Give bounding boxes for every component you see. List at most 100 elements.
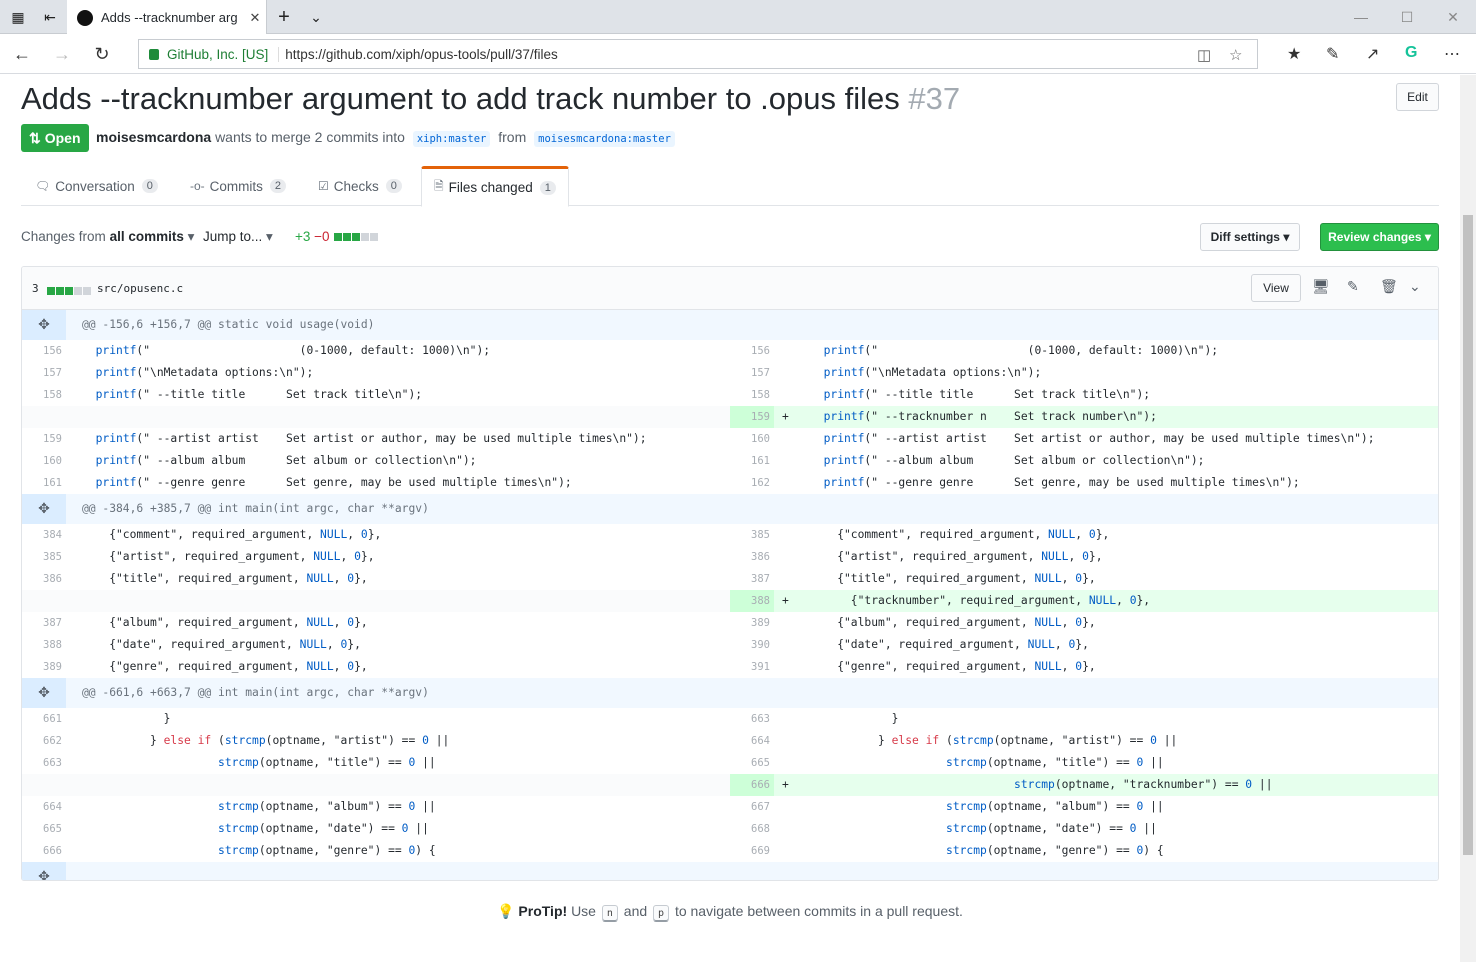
review-changes-button[interactable]: Review changes ▾ xyxy=(1320,223,1439,251)
line-number-new[interactable]: 666 xyxy=(730,774,770,796)
head-branch[interactable]: moisesmcardona:master xyxy=(534,131,675,147)
refresh-icon[interactable]: ↻ xyxy=(82,34,122,74)
diff-row: 387 {"album", required_argument, NULL, 0… xyxy=(22,612,1438,634)
line-number-new[interactable]: 161 xyxy=(730,450,770,472)
share-icon[interactable]: ↗ xyxy=(1366,44,1379,64)
changes-from-dropdown[interactable]: Changes from all commits ▾ xyxy=(21,229,194,245)
line-number-new[interactable]: 390 xyxy=(730,634,770,656)
diff-row: 159 printf(" --artist artist Set artist … xyxy=(22,428,1438,450)
new-tab-icon[interactable]: + xyxy=(268,0,300,34)
line-number-new[interactable]: 159 xyxy=(730,406,770,428)
line-number-new[interactable]: 664 xyxy=(730,730,770,752)
line-number-old[interactable]: 159 xyxy=(22,428,62,450)
tab-list-chevron-icon[interactable]: ⌄ xyxy=(300,0,332,34)
diff-settings-button[interactable]: Diff settings ▾ xyxy=(1200,223,1300,251)
maximize-icon[interactable]: ☐ xyxy=(1384,0,1430,34)
code-line-old: {"artist", required_argument, NULL, 0}, xyxy=(82,550,375,563)
line-number-new[interactable]: 160 xyxy=(730,428,770,450)
view-file-button[interactable]: View xyxy=(1251,274,1301,302)
code-line-old: } else if (strcmp(optname, "artist") == … xyxy=(82,734,450,747)
line-number-new[interactable]: 665 xyxy=(730,752,770,774)
line-number-old[interactable]: 158 xyxy=(22,384,62,406)
line-number-old[interactable]: 662 xyxy=(22,730,62,752)
line-number-new[interactable]: 667 xyxy=(730,796,770,818)
line-number-old[interactable]: 160 xyxy=(22,450,62,472)
diff-row: 662 } else if (strcmp(optname, "artist")… xyxy=(22,730,1438,752)
delete-file-icon[interactable]: 🗑 xyxy=(1380,278,1398,295)
line-number-old[interactable]: 161 xyxy=(22,472,62,494)
line-number-new[interactable]: 387 xyxy=(730,568,770,590)
line-number-old[interactable]: 384 xyxy=(22,524,62,546)
code-line-new: {"album", required_argument, NULL, 0}, xyxy=(810,616,1096,629)
checklist-icon: ☑ xyxy=(318,179,329,193)
tab-files-changed[interactable]: 🗎 Files changed 1 xyxy=(421,166,569,207)
line-number-old[interactable]: 385 xyxy=(22,546,62,568)
line-number-old[interactable]: 156 xyxy=(22,340,62,362)
more-menu-icon[interactable]: ⋯ xyxy=(1444,44,1460,64)
line-number-new[interactable]: 391 xyxy=(730,656,770,678)
line-number-new[interactable]: 157 xyxy=(730,362,770,384)
favorite-star-icon[interactable]: ☆ xyxy=(1229,46,1242,64)
line-number-old[interactable]: 389 xyxy=(22,656,62,678)
pen-notes-icon[interactable]: ✎ xyxy=(1326,44,1339,64)
line-number-old[interactable]: 388 xyxy=(22,634,62,656)
address-bar[interactable]: GitHub, Inc. [US] https://github.com/xip… xyxy=(138,39,1258,69)
tab-actions-icon[interactable]: ▦ xyxy=(2,0,34,34)
line-number-old[interactable]: 665 xyxy=(22,818,62,840)
forward-icon[interactable]: → xyxy=(42,34,82,74)
diff-row: 666 strcmp(optname, "genre") == 0) {669 … xyxy=(22,840,1438,862)
window-close-icon[interactable]: ✕ xyxy=(1430,0,1476,34)
minimize-icon[interactable]: — xyxy=(1338,0,1384,34)
browser-tab[interactable]: Adds --tracknumber arg ✕ xyxy=(67,0,267,35)
lightbulb-icon: 💡 xyxy=(497,903,515,919)
line-number-old[interactable]: 663 xyxy=(22,752,62,774)
line-number-old[interactable]: 387 xyxy=(22,612,62,634)
set-aside-tabs-icon[interactable]: ⇤ xyxy=(34,0,66,34)
back-icon[interactable]: ← xyxy=(2,34,42,74)
tab-conversation[interactable]: 🗨 Conversation 0 xyxy=(35,166,158,206)
line-number-new[interactable]: 385 xyxy=(730,524,770,546)
line-number-new[interactable]: 668 xyxy=(730,818,770,840)
edit-file-icon[interactable]: ✎ xyxy=(1347,278,1359,295)
expand-icon[interactable]: ✥ xyxy=(22,862,66,880)
file-path[interactable]: src/opusenc.c xyxy=(97,282,183,295)
jump-to-dropdown[interactable]: Jump to... ▾ xyxy=(203,229,273,245)
line-number-old[interactable]: 157 xyxy=(22,362,62,384)
line-number-old[interactable]: 386 xyxy=(22,568,62,590)
pr-author-link[interactable]: moisesmcardona xyxy=(96,129,211,145)
reading-view-icon[interactable]: ◫ xyxy=(1197,46,1211,64)
line-number-old[interactable]: 666 xyxy=(22,840,62,862)
diff-row: 661 } 663 } xyxy=(22,708,1438,730)
display-rich-diff-icon[interactable]: 🖥 xyxy=(1312,278,1330,295)
edit-title-button[interactable]: Edit xyxy=(1396,83,1439,111)
expand-icon[interactable]: ✥ xyxy=(22,494,66,524)
favorites-list-icon[interactable]: ★ xyxy=(1287,44,1301,64)
line-number-old[interactable]: 664 xyxy=(22,796,62,818)
tab-commits[interactable]: -o- Commits 2 xyxy=(190,166,287,206)
line-number-new[interactable]: 386 xyxy=(730,546,770,568)
line-number-new[interactable]: 388 xyxy=(730,590,770,612)
code-line-new: printf(" --album album Set album or coll… xyxy=(823,454,1205,467)
line-number-old[interactable]: 661 xyxy=(22,708,62,730)
line-number-new[interactable]: 156 xyxy=(730,340,770,362)
code-line-new: printf(" (0-1000, default: 1000)\n"); xyxy=(823,344,1219,357)
grammarly-extension-icon[interactable]: G xyxy=(1405,44,1417,62)
page-scrollbar[interactable] xyxy=(1460,75,1476,962)
line-number-new[interactable]: 663 xyxy=(730,708,770,730)
close-tab-icon[interactable]: ✕ xyxy=(244,10,266,26)
certificate-label[interactable]: GitHub, Inc. [US] xyxy=(167,46,280,62)
line-number-new[interactable]: 158 xyxy=(730,384,770,406)
tab-checks[interactable]: ☑ Checks 0 xyxy=(318,166,402,206)
scrollbar-thumb[interactable] xyxy=(1463,215,1473,855)
line-number-new[interactable]: 389 xyxy=(730,612,770,634)
line-number-new[interactable]: 669 xyxy=(730,840,770,862)
line-number-new[interactable]: 162 xyxy=(730,472,770,494)
base-branch[interactable]: xiph:master xyxy=(412,131,491,147)
diff-row: 384 {"comment", required_argument, NULL,… xyxy=(22,524,1438,546)
file-options-chevron-icon[interactable]: ⌄ xyxy=(1409,278,1421,295)
expand-icon[interactable]: ✥ xyxy=(22,678,66,708)
url-text[interactable]: https://github.com/xiph/opus-tools/pull/… xyxy=(285,47,557,62)
code-line-old: } xyxy=(82,712,171,725)
hunk-header: ✥ @@ -661,6 +663,7 @@ int main(int argc, … xyxy=(22,678,1438,708)
expand-icon[interactable]: ✥ xyxy=(22,310,66,340)
